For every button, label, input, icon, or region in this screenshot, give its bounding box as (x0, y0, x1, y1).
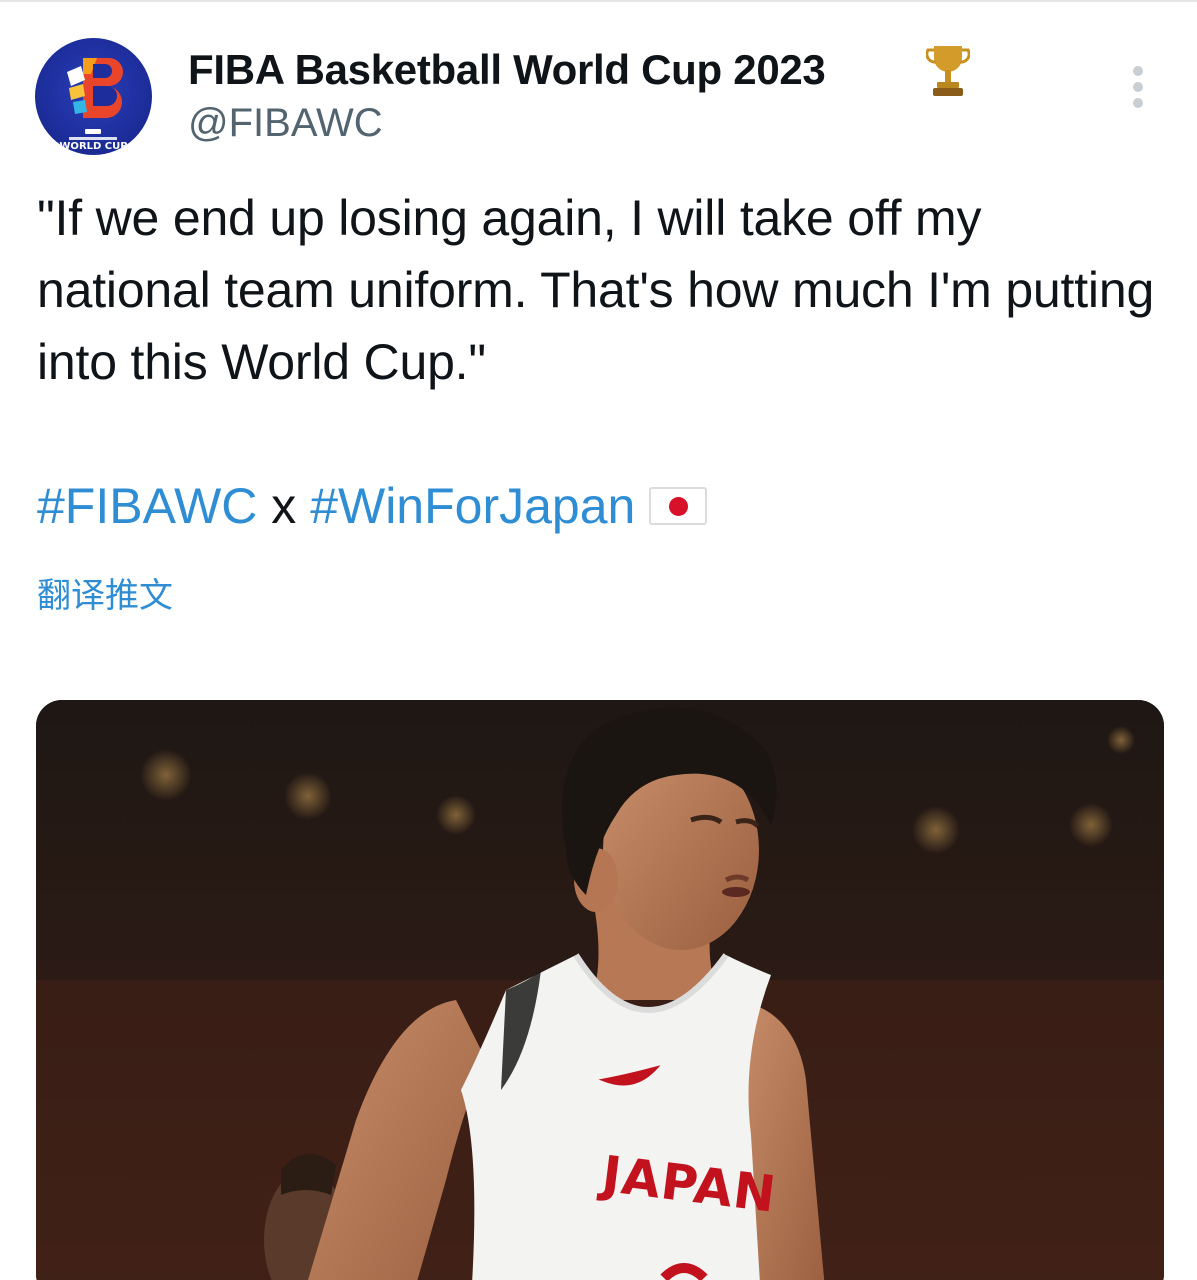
tweet-media-image[interactable]: JAPAN (36, 700, 1164, 1280)
more-options-icon[interactable] (1125, 64, 1153, 110)
trophy-icon (926, 46, 970, 96)
top-divider (0, 0, 1197, 2)
hashtag-fibawc[interactable]: #FIBAWC (37, 478, 257, 534)
hashtag-winforjapan[interactable]: #WinForJapan (310, 478, 635, 534)
hashtag-line: #FIBAWC x #WinForJapan (37, 470, 708, 542)
author-display-name[interactable]: FIBA Basketball World Cup 2023 (188, 44, 826, 96)
avatar-logo-text: WORLD CUP (59, 141, 127, 152)
author-handle[interactable]: @FIBAWC (188, 99, 383, 147)
translate-tweet-link[interactable]: 翻译推文 (37, 572, 173, 620)
tweet-text: "If we end up losing again, I will take … (37, 190, 1155, 390)
fiba-world-cup-logo-icon: WORLD CUP (59, 58, 128, 152)
tweet-page: WORLD CUP FIBA Basketball World Cup 2023… (0, 0, 1197, 1280)
hashtag-separator: x (257, 478, 311, 534)
japan-flag-icon (649, 486, 708, 525)
avatar[interactable]: WORLD CUP (35, 38, 152, 155)
